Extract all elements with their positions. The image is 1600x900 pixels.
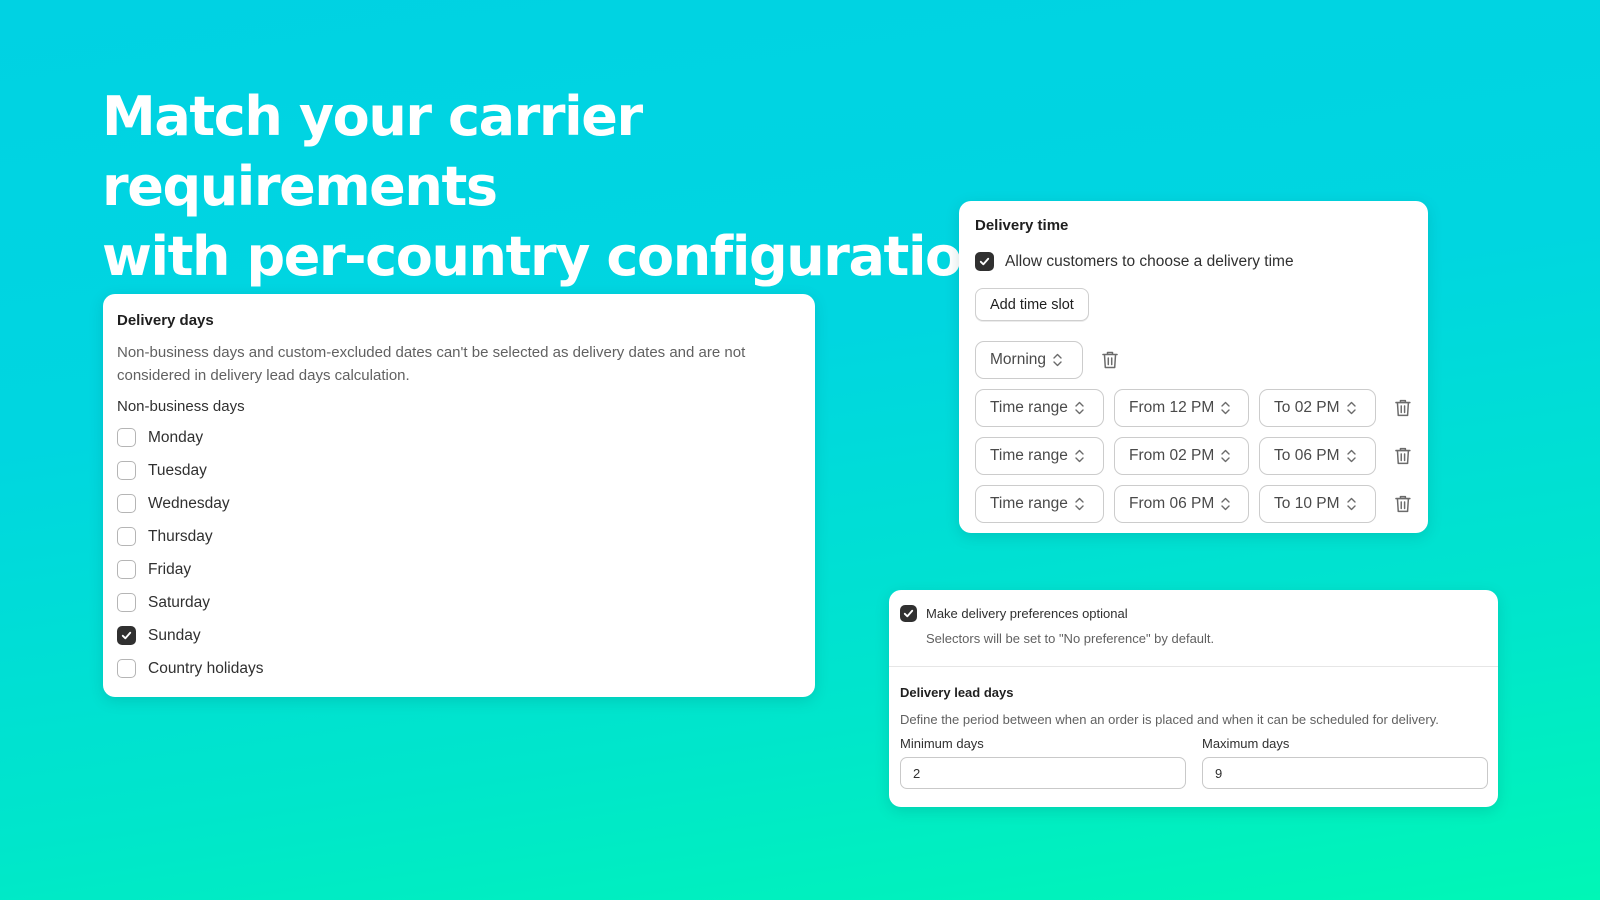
chevron-updown-icon xyxy=(1220,448,1231,464)
optional-preferences-checkbox[interactable]: Make delivery preferences optional xyxy=(900,605,1488,622)
time-slot-row: Time range From 12 PM To 02 PM xyxy=(975,389,1412,427)
maximum-days-field: Maximum days xyxy=(1202,736,1488,789)
lead-days-description: Define the period between when an order … xyxy=(900,712,1439,727)
time-slot-row: Time range From 02 PM To 06 PM xyxy=(975,437,1412,475)
allow-delivery-time-checkbox[interactable]: Allow customers to choose a delivery tim… xyxy=(975,252,1412,271)
to-time-select[interactable]: To 06 PM xyxy=(1259,437,1377,475)
maximum-days-input[interactable] xyxy=(1202,757,1488,789)
day-checkbox-saturday[interactable]: Saturday xyxy=(117,586,801,619)
non-business-days-list: Monday Tuesday Wednesday Thursday Friday… xyxy=(117,421,801,685)
chevron-updown-icon xyxy=(1052,352,1063,368)
slot-type-value: Morning xyxy=(990,351,1046,368)
checkbox-icon[interactable] xyxy=(117,626,136,645)
headline-line-2: with per-country configuration xyxy=(102,225,999,288)
day-label: Tuesday xyxy=(148,461,207,479)
day-label: Monday xyxy=(148,428,204,446)
checkbox-icon[interactable] xyxy=(117,593,136,612)
checkbox-icon[interactable] xyxy=(117,659,136,678)
day-label: Thursday xyxy=(148,527,213,545)
day-label: Sunday xyxy=(148,626,201,644)
to-time-value: To 10 PM xyxy=(1274,495,1340,512)
day-checkbox-sunday[interactable]: Sunday xyxy=(117,619,801,652)
delivery-days-card: Delivery days Non-business days and cust… xyxy=(103,294,815,697)
non-business-days-label: Non-business days xyxy=(117,398,245,415)
headline-line-1: Match your carrier requirements xyxy=(102,85,643,218)
slot-type-select[interactable]: Time range xyxy=(975,437,1105,475)
from-time-select[interactable]: From 06 PM xyxy=(1114,485,1250,523)
delivery-time-card: Delivery time Allow customers to choose … xyxy=(959,201,1428,533)
checkbox-icon[interactable] xyxy=(900,605,917,622)
delivery-days-description: Non-business days and custom-excluded da… xyxy=(117,344,746,384)
trash-icon[interactable] xyxy=(1101,350,1119,370)
delivery-lead-days-card: Make delivery preferences optional Selec… xyxy=(889,590,1498,807)
day-label: Friday xyxy=(148,560,192,578)
maximum-days-label: Maximum days xyxy=(1202,736,1290,751)
from-time-value: From 02 PM xyxy=(1129,447,1215,464)
checkbox-icon[interactable] xyxy=(117,428,136,447)
slot-type-value: Time range xyxy=(990,447,1068,464)
chevron-updown-icon xyxy=(1220,496,1231,512)
chevron-updown-icon xyxy=(1074,448,1085,464)
preferences-section: Make delivery preferences optional Selec… xyxy=(889,590,1498,667)
day-checkbox-country-holidays[interactable]: Country holidays xyxy=(117,652,801,685)
headline: Match your carrier requirements with per… xyxy=(102,82,1002,292)
optional-preferences-label: Make delivery preferences optional xyxy=(926,606,1128,621)
slot-type-select[interactable]: Time range xyxy=(975,389,1105,427)
trash-icon[interactable] xyxy=(1394,494,1412,514)
delivery-time-title: Delivery time xyxy=(975,217,1069,234)
trash-icon[interactable] xyxy=(1394,398,1412,418)
minimum-days-field: Minimum days xyxy=(900,736,1186,789)
day-checkbox-friday[interactable]: Friday xyxy=(117,553,801,586)
allow-delivery-time-label: Allow customers to choose a delivery tim… xyxy=(1005,252,1294,270)
from-time-select[interactable]: From 02 PM xyxy=(1114,437,1250,475)
checkbox-icon[interactable] xyxy=(117,494,136,513)
from-time-value: From 12 PM xyxy=(1129,399,1215,416)
minimum-days-label: Minimum days xyxy=(900,736,984,751)
day-label: Wednesday xyxy=(148,494,230,512)
checkbox-icon[interactable] xyxy=(117,461,136,480)
slot-type-value: Time range xyxy=(990,399,1068,416)
day-checkbox-thursday[interactable]: Thursday xyxy=(117,520,801,553)
checkbox-icon[interactable] xyxy=(117,527,136,546)
to-time-select[interactable]: To 02 PM xyxy=(1259,389,1377,427)
chevron-updown-icon xyxy=(1346,400,1357,416)
time-slot-row: Morning xyxy=(975,341,1412,379)
trash-icon[interactable] xyxy=(1394,446,1412,466)
time-slot-row: Time range From 06 PM To 10 PM xyxy=(975,485,1412,523)
slot-type-value: Time range xyxy=(990,495,1068,512)
slot-type-select[interactable]: Time range xyxy=(975,485,1105,523)
checkbox-icon[interactable] xyxy=(117,560,136,579)
day-label: Saturday xyxy=(148,593,211,611)
lead-days-title: Delivery lead days xyxy=(900,685,1014,700)
to-time-select[interactable]: To 10 PM xyxy=(1259,485,1377,523)
add-time-slot-button[interactable]: Add time slot xyxy=(975,288,1089,321)
optional-preferences-help: Selectors will be set to "No preference"… xyxy=(926,631,1215,646)
checkbox-icon[interactable] xyxy=(975,252,994,271)
day-label: Country holidays xyxy=(148,659,264,677)
minimum-days-input[interactable] xyxy=(900,757,1186,789)
to-time-value: To 02 PM xyxy=(1274,399,1340,416)
day-checkbox-tuesday[interactable]: Tuesday xyxy=(117,454,801,487)
chevron-updown-icon xyxy=(1220,400,1231,416)
chevron-updown-icon xyxy=(1346,496,1357,512)
chevron-updown-icon xyxy=(1074,496,1085,512)
day-checkbox-wednesday[interactable]: Wednesday xyxy=(117,487,801,520)
from-time-value: From 06 PM xyxy=(1129,495,1215,512)
from-time-select[interactable]: From 12 PM xyxy=(1114,389,1250,427)
slot-type-select[interactable]: Morning xyxy=(975,341,1083,379)
day-checkbox-monday[interactable]: Monday xyxy=(117,421,801,454)
delivery-days-title: Delivery days xyxy=(117,312,214,329)
to-time-value: To 06 PM xyxy=(1274,447,1340,464)
lead-days-section: Delivery lead days Define the period bet… xyxy=(889,667,1498,789)
chevron-updown-icon xyxy=(1346,448,1357,464)
chevron-updown-icon xyxy=(1074,400,1085,416)
